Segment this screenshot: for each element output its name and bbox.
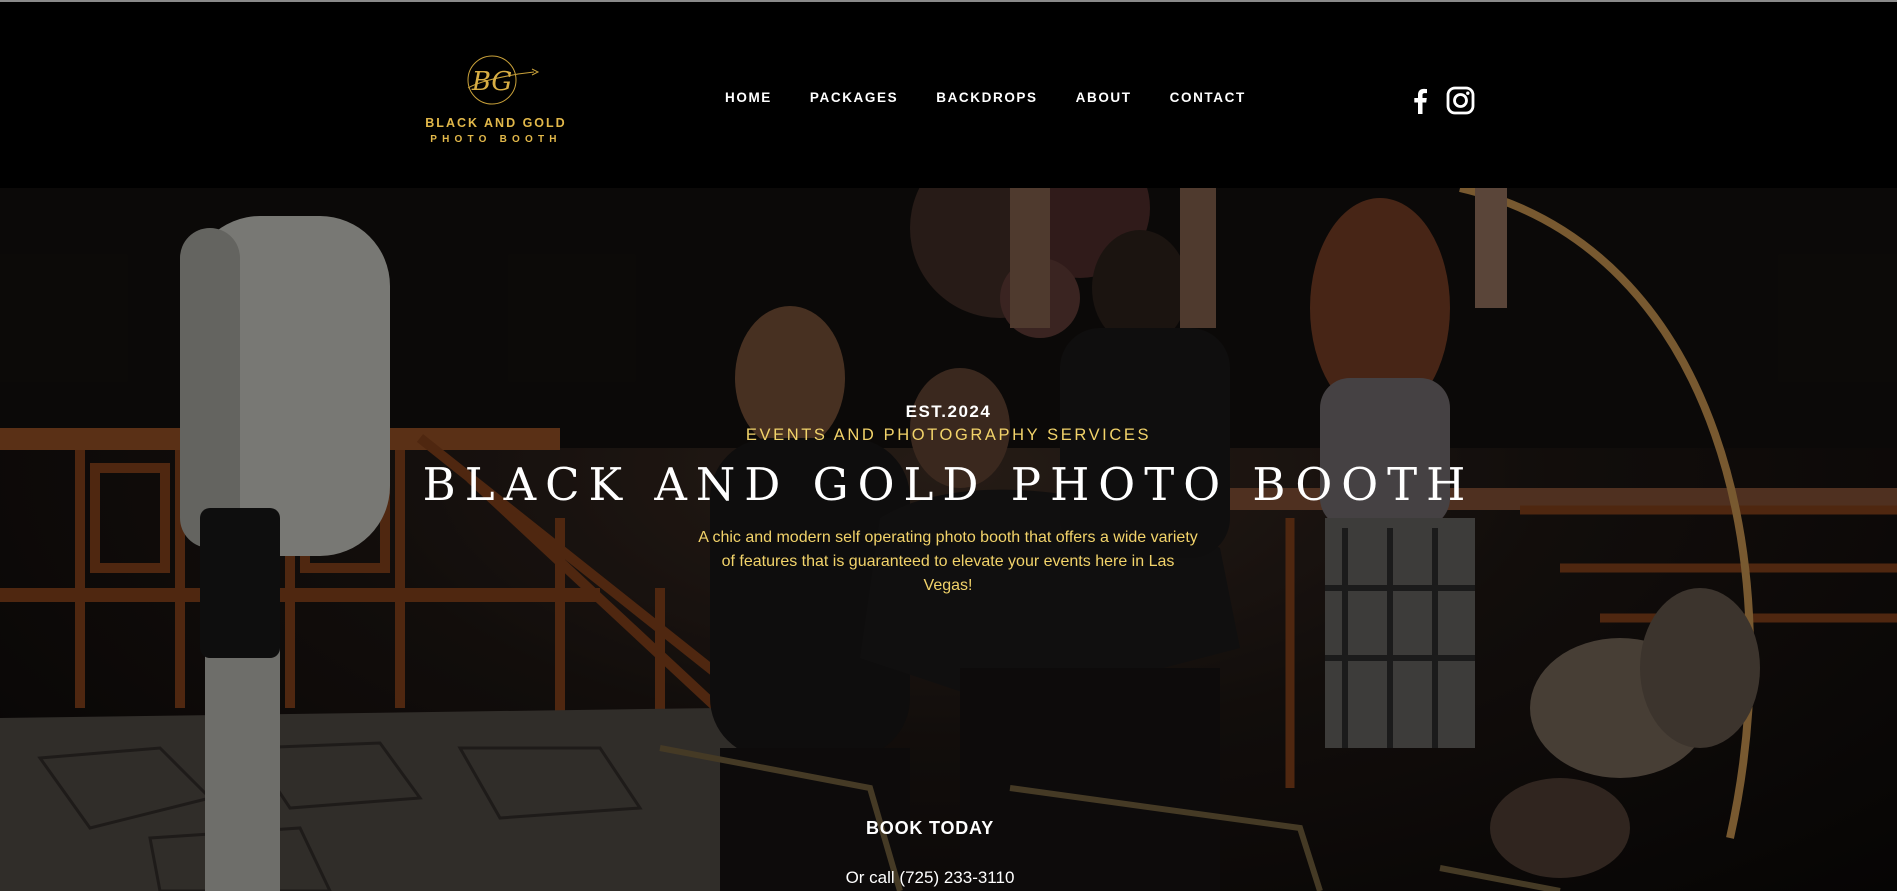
main-nav: HOME PACKAGES BACKDROPS ABOUT CONTACT xyxy=(725,90,1284,110)
services-subtitle: EVENTS AND PHOTOGRAPHY SERVICES xyxy=(745,426,1152,444)
monogram-icon: BG xyxy=(467,55,540,105)
nav-packages[interactable]: PACKAGES xyxy=(810,90,898,110)
brand-logo[interactable]: BG BLACK AND GOLD PHOTO BOOTH xyxy=(418,52,574,152)
facebook-icon[interactable] xyxy=(1412,88,1428,119)
established-label: EST.2024 xyxy=(905,402,992,421)
instagram-icon[interactable] xyxy=(1446,86,1475,120)
phone-call-link[interactable]: Or call (725) 233-3110 xyxy=(0,868,1860,888)
hero-section: EST.2024 EVENTS AND PHOTOGRAPHY SERVICES… xyxy=(0,188,1897,891)
nav-backdrops[interactable]: BACKDROPS xyxy=(936,90,1037,110)
svg-text:BG: BG xyxy=(471,67,512,97)
hero-title: BLACK AND GOLD PHOTO BOOTH xyxy=(422,458,1475,511)
hero-tagline: A chic and modern self operating photo b… xyxy=(698,529,1198,594)
book-today-button[interactable]: BOOK TODAY xyxy=(0,818,1860,839)
brand-name: BLACK AND GOLD xyxy=(425,116,567,130)
nav-contact[interactable]: CONTACT xyxy=(1170,90,1246,110)
nav-about[interactable]: ABOUT xyxy=(1076,90,1132,110)
nav-home[interactable]: HOME xyxy=(725,90,772,110)
brand-subname: PHOTO BOOTH xyxy=(430,134,562,145)
social-links xyxy=(1412,86,1475,120)
site-header: BG BLACK AND GOLD PHOTO BOOTH HOME PACKA… xyxy=(0,2,1897,188)
